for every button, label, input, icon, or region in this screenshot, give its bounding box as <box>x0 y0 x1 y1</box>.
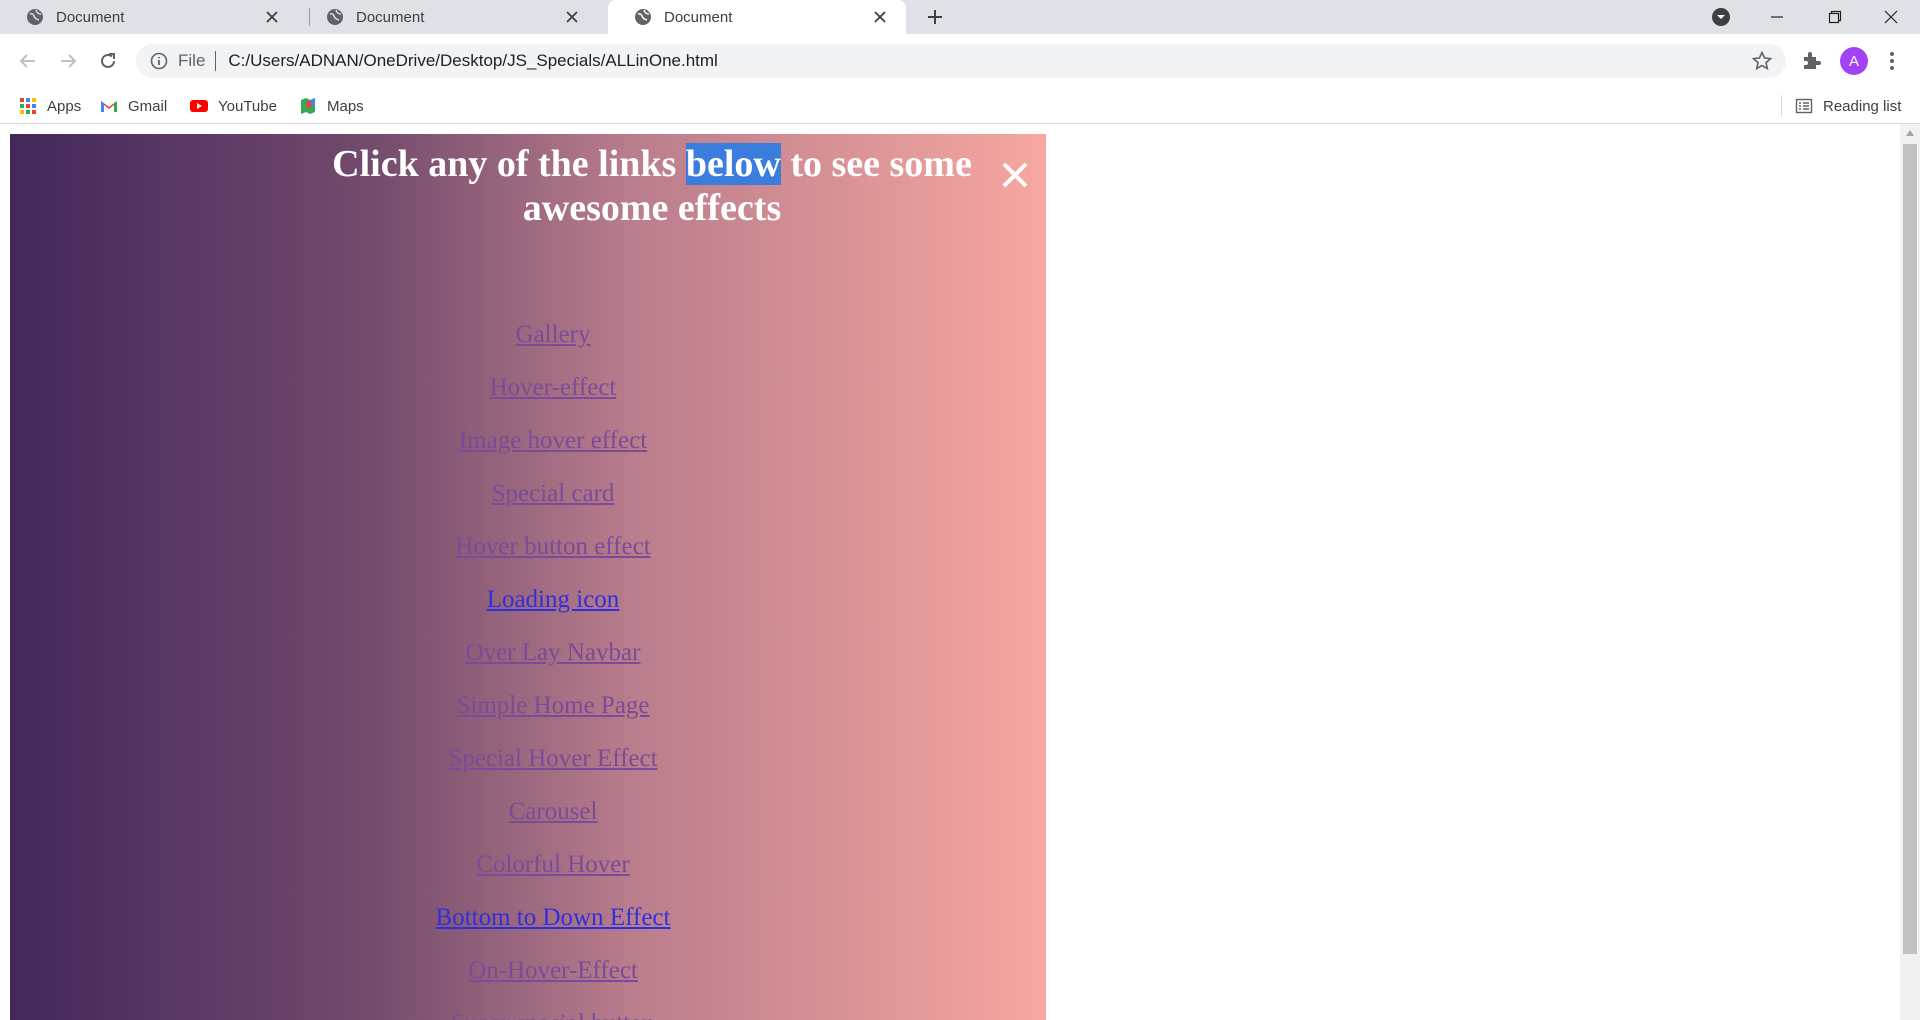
close-icon <box>1002 162 1028 188</box>
tab-close-icon[interactable] <box>870 7 890 27</box>
tab-title: Document <box>664 8 733 26</box>
bookmark-star-icon[interactable] <box>1752 51 1772 71</box>
heading-text: Click any of the links <box>332 143 686 185</box>
globe-icon <box>27 9 43 25</box>
plus-icon <box>928 10 942 24</box>
list-item: Hover-effect <box>10 373 1096 426</box>
list-item: Special card <box>10 479 1096 532</box>
link-simple-home-page[interactable]: Simple Home Page <box>456 692 649 719</box>
scrollbar-thumb[interactable] <box>1903 144 1917 954</box>
tab-title: Document <box>56 8 125 26</box>
reading-list-button[interactable]: Reading list <box>1795 88 1901 124</box>
arrow-left-icon <box>19 54 35 68</box>
maps-icon <box>301 98 315 114</box>
reading-list-icon <box>1795 98 1813 114</box>
reload-icon <box>101 53 115 68</box>
link-hover-button-effect[interactable]: Hover button effect <box>455 533 650 560</box>
link-special-card[interactable]: Special card <box>492 480 615 507</box>
tab-1[interactable]: Document <box>0 0 298 34</box>
list-item: Simple Home Page <box>10 691 1096 744</box>
globe-icon <box>327 9 343 25</box>
forward-button[interactable] <box>54 47 82 75</box>
bookmark-label: Apps <box>47 97 82 115</box>
page-viewport: Click any of the links below to see some… <box>0 124 1900 1020</box>
link-on-hover-effect[interactable]: On-Hover-Effect <box>468 957 638 984</box>
extensions-puzzle-icon[interactable] <box>1800 49 1824 73</box>
browser-toolbar: File C:/Users/ADNAN/OneDrive/Desktop/JS_… <box>0 34 1920 88</box>
link-bottom-to-down-effect[interactable]: Bottom to Down Effect <box>436 904 671 931</box>
link-special-hover-effect[interactable]: Special Hover Effect <box>448 745 657 772</box>
bookmark-label: Maps <box>327 97 364 115</box>
url-text[interactable]: C:/Users/ADNAN/OneDrive/Desktop/JS_Speci… <box>228 51 717 71</box>
restore-button[interactable] <box>1806 0 1864 34</box>
effects-link-list: Gallery Hover-effect Image hover effect … <box>10 320 1096 1020</box>
list-item: Special Hover Effect <box>10 744 1096 797</box>
bookmark-label: Gmail <box>128 97 168 115</box>
list-item: Bottom to Down Effect <box>10 903 1096 956</box>
tab-2[interactable]: Document <box>300 0 598 34</box>
globe-icon <box>635 9 651 25</box>
tab-strip: Document Document Document <box>0 0 1920 34</box>
back-button[interactable] <box>14 47 42 75</box>
minimize-icon <box>1771 16 1783 18</box>
gmail-icon <box>101 101 117 112</box>
link-colorful-hover[interactable]: Colorful Hover <box>476 851 629 878</box>
close-icon <box>1884 10 1898 24</box>
apps-grid-icon <box>20 98 36 114</box>
link-overlay-navbar[interactable]: Over Lay Navbar <box>466 639 641 666</box>
tab-3-active[interactable]: Document <box>608 0 906 34</box>
tab-search-button[interactable] <box>1710 6 1732 28</box>
more-vert-icon[interactable] <box>1884 49 1900 73</box>
arrow-right-icon <box>61 54 77 68</box>
link-gallery[interactable]: Gallery <box>516 321 591 348</box>
list-item: Loading icon <box>10 585 1096 638</box>
restore-icon <box>1828 10 1842 24</box>
link-loading-icon[interactable]: Loading icon <box>487 586 620 613</box>
tab-close-icon[interactable] <box>562 7 582 27</box>
list-item: Carousel <box>10 797 1096 850</box>
minimize-button[interactable] <box>1748 0 1806 34</box>
url-divider <box>215 51 217 71</box>
bookmarks-bar: Apps Gmail YouTube Maps Reading list <box>0 88 1920 124</box>
scroll-up-button[interactable] <box>1900 124 1920 142</box>
tab-close-icon[interactable] <box>262 7 282 27</box>
bookmark-apps[interactable]: Apps <box>19 88 81 124</box>
chevron-down-circle-icon <box>1712 8 1730 26</box>
list-item: Colorful Hover <box>10 850 1096 903</box>
heading-selected-text: below <box>685 143 781 185</box>
link-image-hover-effect[interactable]: Image hover effect <box>459 427 647 454</box>
bookmark-maps[interactable]: Maps <box>299 88 364 124</box>
info-icon[interactable] <box>150 52 168 70</box>
list-item: Over Lay Navbar <box>10 638 1096 691</box>
list-item: Super special button <box>10 1009 1096 1020</box>
new-tab-button[interactable] <box>922 4 948 30</box>
list-item: Image hover effect <box>10 426 1096 479</box>
triangle-up-icon <box>1906 130 1914 136</box>
bookmark-gmail[interactable]: Gmail <box>100 88 167 124</box>
vertical-scrollbar[interactable] <box>1900 124 1920 1020</box>
address-bar[interactable]: File C:/Users/ADNAN/OneDrive/Desktop/JS_… <box>136 44 1786 78</box>
page-heading: Click any of the links below to see some… <box>310 142 994 230</box>
overlay-panel: Click any of the links below to see some… <box>10 134 1046 1020</box>
link-super-special-button[interactable]: Super special button <box>451 1010 655 1020</box>
link-hover-effect[interactable]: Hover-effect <box>490 374 617 401</box>
bookmark-youtube[interactable]: YouTube <box>190 88 277 124</box>
list-item: Hover button effect <box>10 532 1096 585</box>
list-item: Gallery <box>10 320 1096 373</box>
tab-title: Document <box>356 8 425 26</box>
list-item: On-Hover-Effect <box>10 956 1096 1009</box>
youtube-icon <box>190 100 208 112</box>
link-carousel[interactable]: Carousel <box>509 798 598 825</box>
bookmarks-separator <box>1781 95 1782 117</box>
overlay-close-button[interactable] <box>1000 160 1030 190</box>
window-close-button[interactable] <box>1862 0 1920 34</box>
reading-list-label: Reading list <box>1823 97 1902 115</box>
bookmark-label: YouTube <box>218 97 277 115</box>
url-scheme-label: File <box>178 51 206 70</box>
reload-button[interactable] <box>94 47 122 75</box>
profile-avatar[interactable]: A <box>1840 47 1868 75</box>
